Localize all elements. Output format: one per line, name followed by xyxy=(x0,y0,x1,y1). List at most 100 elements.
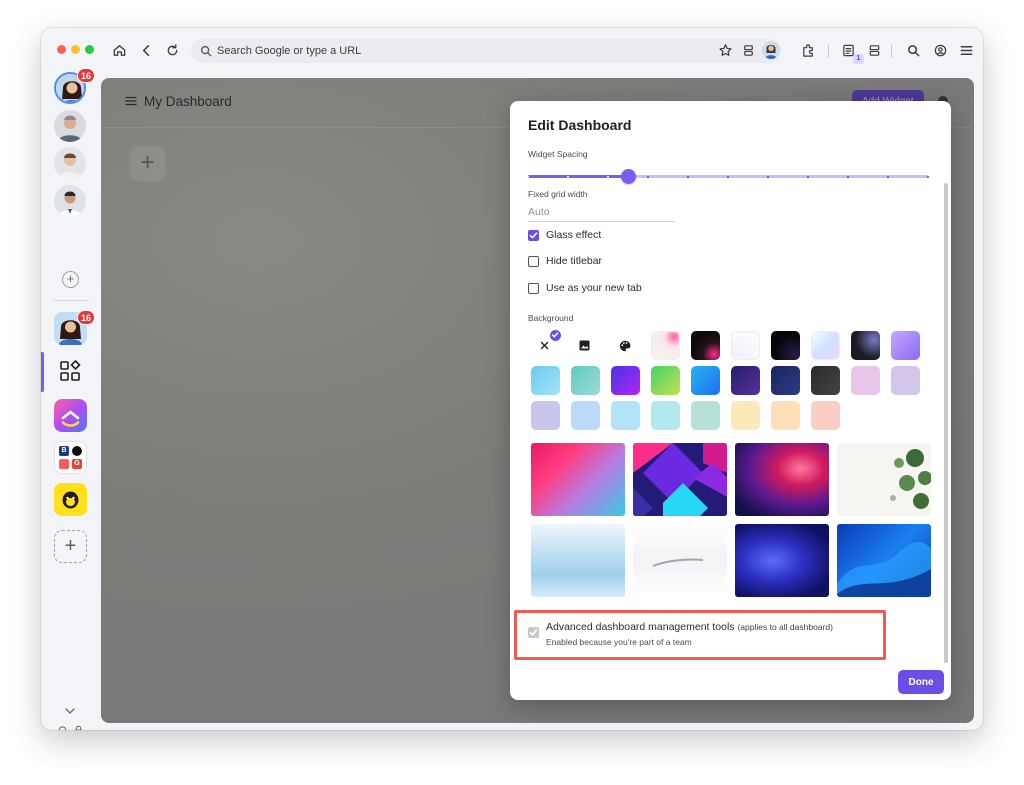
wallpaper-option[interactable] xyxy=(735,443,829,516)
glass-effect-label: Glass effect xyxy=(546,229,602,241)
wallpaper-option[interactable] xyxy=(531,443,625,516)
image-background-option[interactable] xyxy=(570,331,599,360)
reload-icon[interactable] xyxy=(162,40,182,60)
add-app-button[interactable]: + xyxy=(54,530,87,563)
wallpaper-option[interactable] xyxy=(837,443,931,516)
slider-tick xyxy=(727,175,729,178)
background-swatch[interactable] xyxy=(651,366,680,395)
hide-titlebar-checkbox[interactable] xyxy=(528,255,539,267)
background-swatch[interactable] xyxy=(771,401,800,430)
search-icon[interactable] xyxy=(903,40,923,60)
contact-avatar[interactable] xyxy=(54,110,86,142)
new-tab-checkbox[interactable] xyxy=(528,282,539,294)
address-bar[interactable] xyxy=(191,39,781,63)
clickup-app-icon[interactable] xyxy=(54,399,87,432)
background-swatch[interactable] xyxy=(731,366,760,395)
toolbar-separator xyxy=(891,44,892,58)
reading-list-badge: 1 xyxy=(853,54,864,64)
contact-avatar[interactable] xyxy=(54,185,86,217)
chevron-down-icon[interactable] xyxy=(64,707,76,715)
sidebar: 16 + 16 B G + xyxy=(41,68,101,730)
background-swatch[interactable] xyxy=(571,366,600,395)
background-swatch[interactable] xyxy=(611,366,640,395)
contact-avatar[interactable] xyxy=(54,147,86,179)
apps-folder[interactable]: B G xyxy=(54,441,87,474)
color-background-option[interactable] xyxy=(610,331,639,360)
star-icon[interactable] xyxy=(715,40,735,60)
background-swatch[interactable] xyxy=(531,401,560,430)
slider-thumb[interactable] xyxy=(621,169,636,184)
background-swatch[interactable] xyxy=(571,401,600,430)
wallpaper-option[interactable] xyxy=(633,524,727,597)
edit-dashboard-modal: Edit Dashboard Widget Spacing Fixed grid… xyxy=(510,101,951,700)
wallpaper-option[interactable] xyxy=(531,524,625,597)
notification-badge: 16 xyxy=(77,68,96,83)
widget-spacing-slider[interactable] xyxy=(527,169,929,184)
background-swatch[interactable] xyxy=(651,331,680,360)
background-swatch[interactable] xyxy=(731,331,760,360)
wallpaper-option[interactable] xyxy=(633,443,727,516)
background-swatch[interactable] xyxy=(891,331,920,360)
background-swatch[interactable] xyxy=(691,331,720,360)
minimize-window-button[interactable] xyxy=(71,45,80,54)
g-app-icon: G xyxy=(72,459,82,469)
advanced-tools-title: Advanced dashboard management tools (app… xyxy=(546,621,833,633)
background-swatch[interactable] xyxy=(851,331,880,360)
background-swatch[interactable] xyxy=(811,331,840,360)
fixed-grid-input[interactable] xyxy=(528,202,674,222)
dashboard-app-icon[interactable] xyxy=(54,355,87,388)
glass-effect-checkbox[interactable] xyxy=(528,229,539,241)
background-swatch[interactable] xyxy=(891,366,920,395)
browser-toolbar: 1 xyxy=(41,28,983,72)
close-window-button[interactable] xyxy=(57,45,66,54)
background-swatch[interactable] xyxy=(731,401,760,430)
hide-titlebar-option[interactable]: Hide titlebar xyxy=(528,254,602,268)
modal-scrollbar[interactable] xyxy=(944,183,948,663)
add-tile-button[interactable]: + xyxy=(130,146,165,181)
bell-icon[interactable] xyxy=(56,724,69,730)
back-icon[interactable] xyxy=(136,40,156,60)
wallpaper-option[interactable] xyxy=(837,524,931,597)
slider-tick xyxy=(607,175,609,178)
layers-icon[interactable] xyxy=(864,40,884,60)
tabs-icon[interactable] xyxy=(738,40,758,60)
background-swatch[interactable] xyxy=(651,401,680,430)
address-input[interactable] xyxy=(217,42,697,60)
background-swatch[interactable] xyxy=(771,366,800,395)
home-icon[interactable] xyxy=(109,40,129,60)
advanced-tools-subtitle: Enabled because you're part of a team xyxy=(546,637,692,647)
hide-titlebar-label: Hide titlebar xyxy=(546,255,603,267)
background-swatch[interactable] xyxy=(771,331,800,360)
background-swatch[interactable] xyxy=(851,366,880,395)
lock-icon[interactable] xyxy=(72,724,85,730)
wallpaper-option[interactable] xyxy=(735,524,829,597)
background-swatch[interactable] xyxy=(611,401,640,430)
slider-tick xyxy=(927,175,929,178)
slider-tick xyxy=(847,175,849,178)
app-icon xyxy=(72,446,82,456)
background-swatch[interactable] xyxy=(811,401,840,430)
check-icon xyxy=(529,231,538,238)
airbnb-app-icon xyxy=(59,459,69,469)
menu-icon[interactable] xyxy=(125,96,137,106)
background-swatch[interactable] xyxy=(811,366,840,395)
new-tab-option[interactable]: Use as your new tab xyxy=(528,281,642,295)
account-icon[interactable] xyxy=(930,40,950,60)
done-button[interactable]: Done xyxy=(898,670,944,694)
advanced-tools-label: Advanced dashboard management tools xyxy=(546,621,735,633)
extensions-icon[interactable] xyxy=(798,40,818,60)
glass-effect-option[interactable]: Glass effect xyxy=(528,228,601,242)
palette-icon xyxy=(619,340,630,351)
modal-title: Edit Dashboard xyxy=(528,117,632,133)
add-profile-button[interactable]: + xyxy=(62,271,79,288)
menu-icon[interactable] xyxy=(956,40,976,60)
maximize-window-button[interactable] xyxy=(85,45,94,54)
background-swatch[interactable] xyxy=(531,366,560,395)
background-swatch[interactable] xyxy=(691,401,720,430)
slider-tick xyxy=(687,175,689,178)
selected-check-badge xyxy=(549,329,562,342)
background-swatch[interactable] xyxy=(691,366,720,395)
mailchimp-app-icon[interactable] xyxy=(54,483,87,516)
slider-fill xyxy=(528,175,628,178)
profile-avatar[interactable] xyxy=(762,41,780,59)
